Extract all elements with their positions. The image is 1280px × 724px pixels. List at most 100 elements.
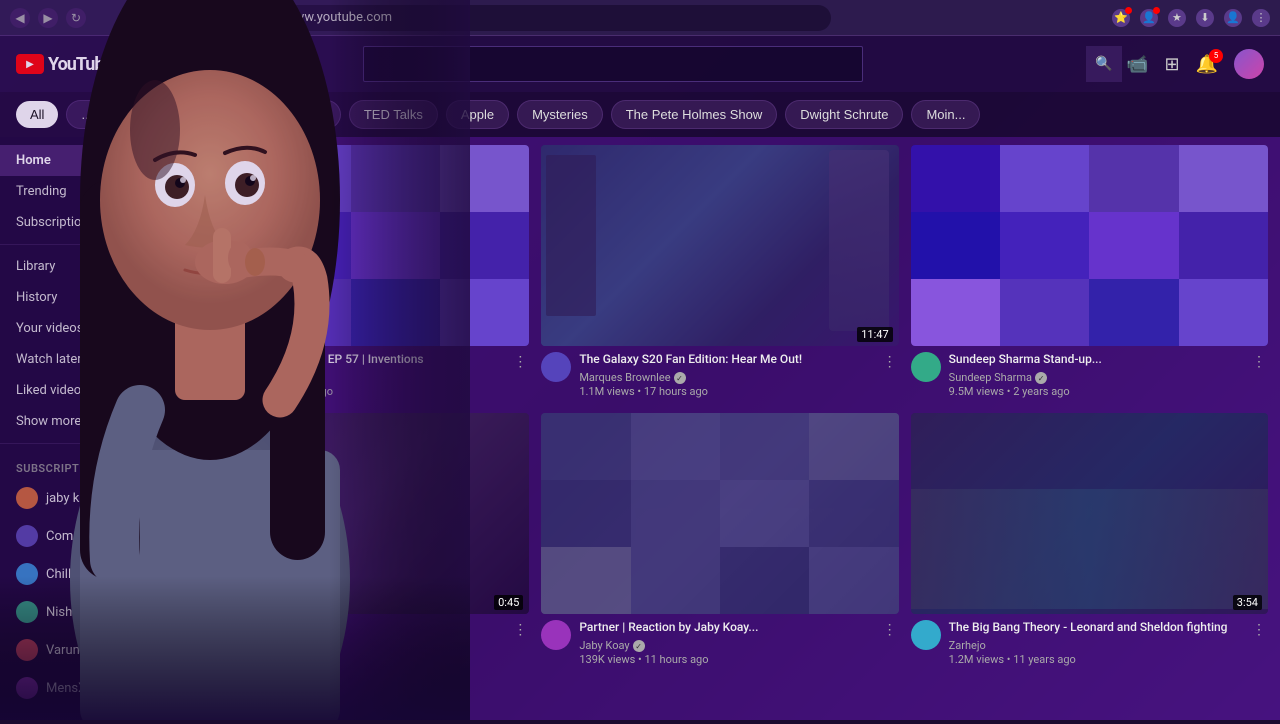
video-thumbnail-v1[interactable] [172,145,529,346]
filter-chips-row: All ...kers Alan Shore Doctor Who TED Talks A… [0,92,1280,137]
main-content-area: HomeTrendingSubscriptions LibraryHistoryY… [0,137,1280,720]
video-info-v2: The Galaxy S20 Fan Edition: Hear Me Out!… [541,346,898,401]
video-menu-button-v3[interactable]: ⋮ [1250,352,1268,372]
upload-icon[interactable]: 📹 [1126,54,1148,75]
video-title-v1: The Internet Said So | EP 57 | Invention… [210,352,503,368]
sidebar-library-item-3[interactable]: Watch later [0,344,160,375]
browser-back-button[interactable]: ◀ [10,8,30,28]
video-channel-v2: Marques Brownlee✓ 1.1M views • 17 hours … [579,371,872,399]
verified-icon-v2: ✓ [674,372,686,384]
video-card-v1[interactable]: The Internet Said So | EP 57 | Invention… [172,145,529,401]
sidebar-nav-item-2[interactable]: Subscriptions [0,207,160,238]
sidebar-subscription-item-4[interactable]: Varun Tha... [0,631,160,669]
filter-chip-8[interactable]: Dwight Schrute [785,100,903,129]
sidebar-library-item-1[interactable]: History [0,282,160,313]
video-channel-v4: Aleksandar Jovanovic ...views • 4 years … [210,639,503,666]
browser-url-bar[interactable]: https://www.youtube.com [231,5,831,31]
subscriptions-header: SUBSCRIPTIONS [0,450,160,479]
youtube-logo-text: YouTubeIN [48,54,119,75]
youtube-app: ▶ YouTubeIN 🔍 📹 ⊞ 🔔 5 All ...kers Alan Sho… [0,36,1280,720]
video-card-v4[interactable]: 0:45 Alan Shore Aleksandar Jovanovic ...… [172,413,529,669]
browser-menu-icon[interactable]: ⋮ [1252,9,1270,27]
sidebar-library-item-0[interactable]: Library [0,251,160,282]
video-info-v5: Partner | Reaction by Jaby Koay... Jaby … [541,614,898,669]
video-card-v3[interactable]: Sundeep Sharma Stand-up... Sundeep Sharm… [911,145,1268,401]
video-channel-v5: Jaby Koay✓ 139K views • 11 hours ago [579,639,872,667]
search-bar[interactable] [363,46,863,82]
browser-chrome: ◀ ▶ ↻ https://www.youtube.com ⭐ 👤 ★ ⬇ 👤 … [0,0,1280,36]
video-duration-v6: 3:54 [1233,595,1262,610]
user-avatar[interactable] [1234,49,1264,79]
video-thumbnail-v3[interactable] [911,145,1268,346]
sidebar-divider-2 [0,443,160,444]
browser-toolbar-icons: ⭐ 👤 ★ ⬇ 👤 ⋮ [1112,9,1270,27]
video-menu-button-v5[interactable]: ⋮ [881,620,899,640]
video-thumbnail-v2[interactable]: 11:47 [541,145,898,346]
sidebar-divider-1 [0,244,160,245]
sidebar-library-item-5[interactable]: Show more [0,406,160,437]
video-channel-v1: Varun Thakur 16K views • 10 hours ago [210,371,503,398]
browser-download-icon[interactable]: ⬇ [1196,9,1214,27]
browser-bookmark-icon[interactable]: ★ [1168,9,1186,27]
search-button[interactable]: 🔍 [1086,46,1122,82]
search-input[interactable] [376,56,850,72]
browser-refresh-button[interactable]: ↻ [66,8,86,28]
filter-chip-5[interactable]: Apple [446,100,509,129]
video-grid: The Internet Said So | EP 57 | Invention… [160,137,1280,720]
video-thumbnail-v4[interactable]: 0:45 [172,413,529,614]
filter-chip-1[interactable]: ...kers [66,100,131,129]
video-info-v4: Alan Shore Aleksandar Jovanovic ...views… [172,614,529,669]
notification-badge: 5 [1209,49,1223,63]
browser-profile-icon[interactable]: 👤 [1140,9,1158,27]
video-menu-button-v4[interactable]: ⋮ [511,620,529,640]
video-card-v2[interactable]: 11:47 The Galaxy S20 Fan Edition: Hear M… [541,145,898,401]
apps-icon[interactable]: ⊞ [1164,54,1179,75]
video-thumbnail-v6[interactable]: 3:54 [911,413,1268,614]
sidebar-library-item-2[interactable]: Your videos [0,313,160,344]
sidebar-nav-item-1[interactable]: Trending [0,176,160,207]
channel-avatar-v3 [911,352,941,382]
youtube-country-code: IN [112,56,119,66]
video-title-v5: Partner | Reaction by Jaby Koay... [579,620,872,636]
browser-forward-button[interactable]: ▶ [38,8,58,28]
sidebar-subscription-item-1[interactable]: Comedy Cent... [0,517,160,555]
sidebar-nav-item-0[interactable]: Home [0,145,160,176]
video-details-v1: The Internet Said So | EP 57 | Invention… [210,352,503,399]
filter-chip-3[interactable]: Doctor Who [242,100,341,129]
sidebar-subscription-item-0[interactable]: jaby koay [0,479,160,517]
browser-user-icon[interactable]: 👤 [1224,9,1242,27]
video-card-v6[interactable]: 3:54 The Big Bang Theory - Leonard and S… [911,413,1268,669]
video-menu-button-v2[interactable]: ⋮ [881,352,899,372]
video-thumbnail-v5[interactable] [541,413,898,614]
channel-avatar-v6 [911,620,941,650]
video-menu-button-v1[interactable]: ⋮ [511,352,529,372]
sidebar: HomeTrendingSubscriptions LibraryHistoryY… [0,137,160,720]
video-channel-v6: Zarhejo 1.2M views • 11 years ago [949,639,1242,666]
browser-extensions-icon[interactable]: ⭐ [1112,9,1130,27]
video-info-v6: The Big Bang Theory - Leonard and Sheldo… [911,614,1268,669]
sidebar-library-item-4[interactable]: Liked videos [0,375,160,406]
video-details-v4: Alan Shore Aleksandar Jovanovic ...views… [210,620,503,667]
sidebar-subscription-item-2[interactable]: ChilledCow [0,555,160,593]
filter-chip-2[interactable]: Alan Shore [140,100,234,129]
header-icons: 📹 ⊞ 🔔 5 [1126,49,1264,79]
filter-chip-4[interactable]: TED Talks [349,100,438,129]
filter-chip-0[interactable]: All [16,101,58,128]
filter-chip-9[interactable]: Moin... [911,100,980,129]
url-text: https://www.youtube.com [243,10,392,25]
youtube-logo[interactable]: ▶ YouTubeIN [16,54,119,75]
video-card-v5[interactable]: Partner | Reaction by Jaby Koay... Jaby … [541,413,898,669]
notifications-icon[interactable]: 🔔 5 [1196,54,1218,75]
filter-chip-6[interactable]: Mysteries [517,100,603,129]
sidebar-subscription-item-5[interactable]: MensXP [0,669,160,707]
video-info-v1: The Internet Said So | EP 57 | Invention… [172,346,529,401]
video-details-v6: The Big Bang Theory - Leonard and Sheldo… [949,620,1242,667]
channel-avatar-v2 [541,352,571,382]
verified-icon-v5: ✓ [633,640,645,652]
filter-chip-7[interactable]: The Pete Holmes Show [611,100,778,129]
video-details-v3: Sundeep Sharma Stand-up... Sundeep Sharm… [949,352,1242,399]
sidebar-subscription-item-3[interactable]: Nishant Ta... [0,593,160,631]
youtube-header: ▶ YouTubeIN 🔍 📹 ⊞ 🔔 5 [0,36,1280,92]
video-menu-button-v6[interactable]: ⋮ [1250,620,1268,640]
video-channel-v3: Sundeep Sharma✓ 9.5M views • 2 years ago [949,371,1242,399]
